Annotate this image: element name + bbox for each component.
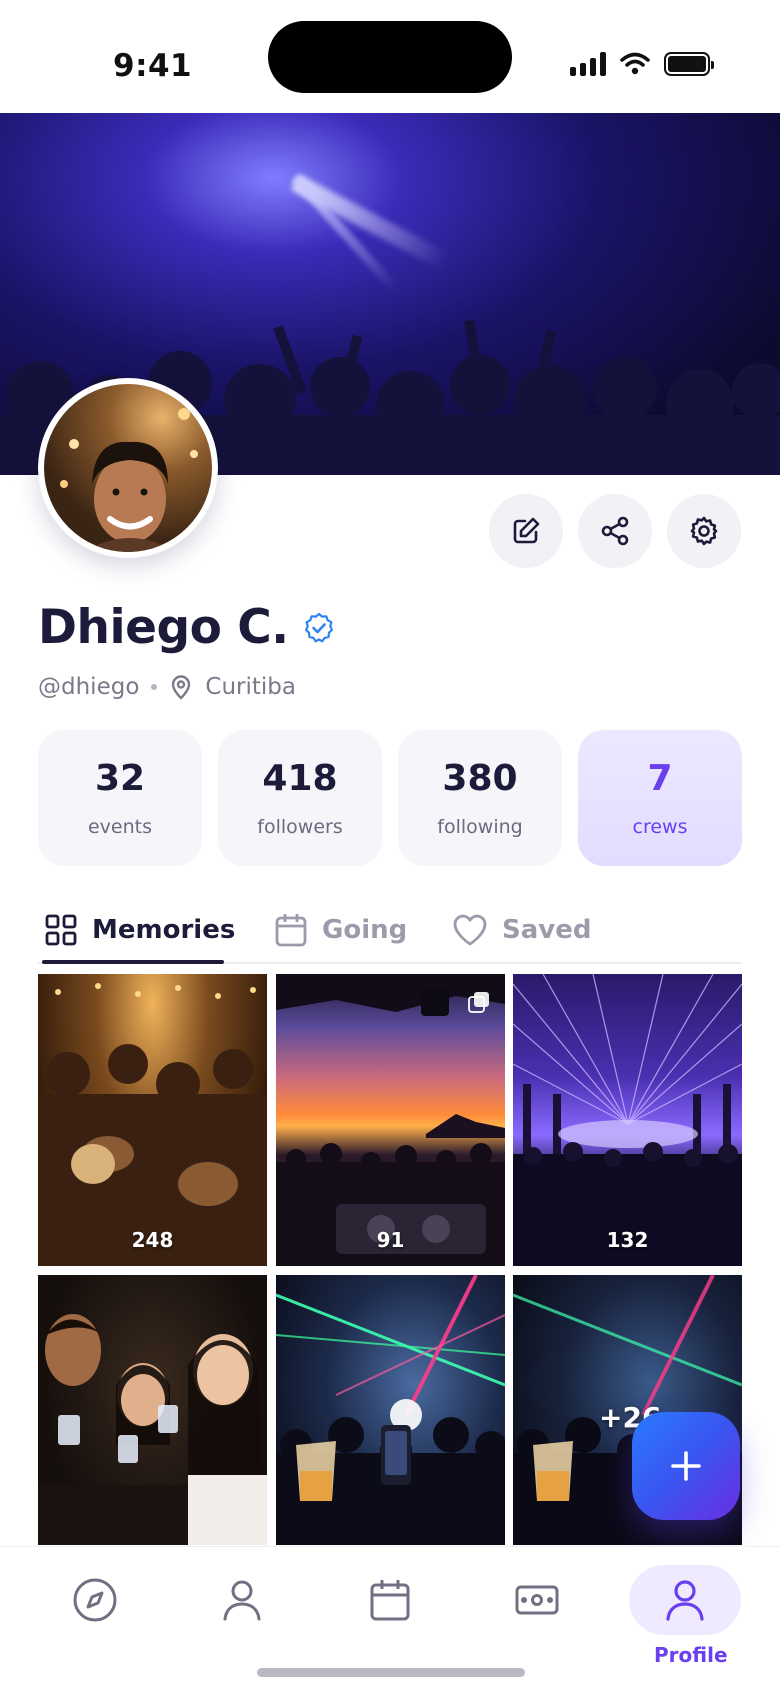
share-icon [601, 516, 629, 546]
stat-value: 380 [442, 758, 518, 799]
grid-icon [45, 914, 77, 946]
memory-tile[interactable]: 132 [513, 974, 742, 1266]
profile-icon [666, 1580, 704, 1621]
share-button[interactable] [578, 494, 652, 568]
stat-label: following [437, 816, 523, 838]
calendar-icon [275, 914, 307, 947]
location-pin-icon [172, 675, 191, 700]
memory-tile[interactable]: 248 [38, 974, 267, 1266]
edit-icon [513, 517, 540, 544]
memory-count: 248 [131, 1228, 174, 1252]
avatar[interactable] [38, 378, 218, 558]
status-time: 9:41 [113, 48, 193, 84]
tab-saved[interactable]: Saved [452, 896, 591, 964]
heart-icon [453, 914, 487, 946]
stat-value: 32 [94, 758, 146, 799]
stat-label: crews [632, 816, 688, 838]
profile-tabs: Memories Going Saved [38, 896, 742, 964]
profile-screen: 9:41 Dhiego C. @dhiego Curitiba 32 event… [0, 0, 780, 1696]
battery-icon [664, 52, 714, 76]
compass-icon [73, 1578, 117, 1622]
stat-events[interactable]: 32 events [38, 730, 202, 866]
stat-followers[interactable]: 418 followers [218, 730, 382, 866]
wifi-icon [620, 52, 650, 75]
home-indicator [257, 1668, 525, 1677]
add-memory-button[interactable] [632, 1412, 740, 1520]
profile-meta: @dhiego Curitiba [38, 674, 296, 700]
profile-handle: @dhiego [38, 674, 140, 700]
stat-following[interactable]: 380 following [398, 730, 562, 866]
memory-count: 91 [376, 1228, 405, 1252]
nav-profile[interactable] [629, 1565, 741, 1635]
stat-value: 418 [262, 758, 338, 799]
profile-name-row: Dhiego C. [38, 600, 335, 655]
ticket-icon [515, 1585, 559, 1615]
tab-memories[interactable]: Memories [44, 896, 235, 964]
stat-label: events [87, 816, 152, 838]
settings-button[interactable] [667, 494, 741, 568]
nav-explore[interactable] [39, 1565, 151, 1635]
memory-tile[interactable] [276, 1275, 505, 1545]
verified-badge-icon [304, 612, 333, 642]
tab-going[interactable]: Going [274, 896, 407, 964]
profile-location: Curitiba [205, 674, 296, 700]
status-icons [570, 52, 714, 76]
memory-tile[interactable]: 91 [276, 974, 505, 1266]
tab-label: Memories [92, 915, 236, 945]
dynamic-island [268, 21, 512, 93]
nav-profile-label: Profile [654, 1643, 728, 1667]
signal-icon [570, 52, 606, 76]
memory-count: 132 [606, 1228, 649, 1252]
active-tab-indicator [42, 960, 224, 964]
nav-people[interactable] [186, 1565, 298, 1635]
memory-tile[interactable] [38, 1275, 267, 1545]
nav-calendar[interactable] [334, 1565, 446, 1635]
tab-label: Saved [502, 915, 592, 945]
stat-label: followers [257, 816, 343, 838]
edit-profile-button[interactable] [489, 494, 563, 568]
plus-icon [671, 1451, 701, 1481]
stat-value: 7 [647, 758, 673, 799]
tab-label: Going [322, 915, 408, 945]
stat-crews[interactable]: 7 crews [578, 730, 742, 866]
settings-icon [690, 516, 718, 546]
person-icon [223, 1580, 261, 1621]
nav-tickets[interactable] [481, 1565, 593, 1635]
calendar-icon [370, 1580, 410, 1621]
profile-name: Dhiego C. [38, 600, 289, 655]
separator-dot [151, 684, 158, 690]
multiple-photos-icon [468, 992, 489, 1013]
